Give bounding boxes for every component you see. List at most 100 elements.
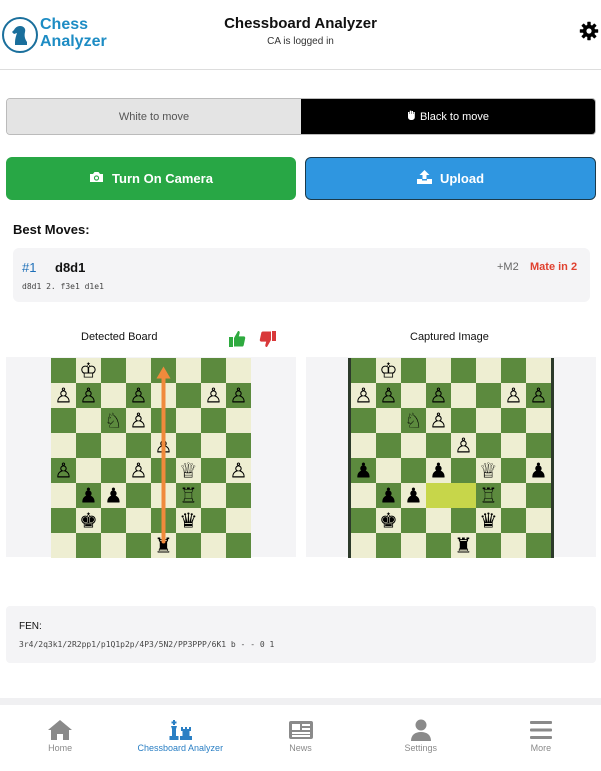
upload-icon xyxy=(416,170,432,187)
captured-image-svg: ♔♙ ♙ ♙ ♙ ♙♘ ♙♙♟ ♟ ♕ ♟♟ ♟ ♖♚ ♛♜ xyxy=(348,358,554,558)
white-king-icon: ♔ xyxy=(379,359,397,383)
rank-label: 1 xyxy=(53,360,56,366)
hand-icon xyxy=(407,110,416,123)
highlight-square xyxy=(451,483,476,508)
white-pawn-icon: ♙ xyxy=(529,384,547,408)
app-header: Chess Analyzer Chessboard Analyzer CA is… xyxy=(0,0,601,70)
white-queen-icon: ♕ xyxy=(179,459,197,483)
board-square xyxy=(526,483,551,508)
board-square xyxy=(101,383,126,408)
board-square xyxy=(376,408,401,433)
white-pawn-icon: ♙ xyxy=(504,384,522,408)
board-square xyxy=(101,358,126,383)
board-square xyxy=(76,408,101,433)
tab-more[interactable]: More xyxy=(481,705,601,771)
board-square xyxy=(476,358,501,383)
best-move-card[interactable]: #1 d8d1 d8d1 2. f3e1 d1e1 +M2 Mate in 2 xyxy=(13,248,590,302)
white-pawn-icon: ♙ xyxy=(129,459,147,483)
board-square xyxy=(501,533,526,558)
black-pawn-icon: ♟ xyxy=(104,484,122,508)
board-square xyxy=(201,458,226,483)
upload-button[interactable]: Upload xyxy=(305,157,596,200)
thumbs-down-icon[interactable] xyxy=(259,330,279,348)
black-pawn-icon: ♟ xyxy=(404,484,422,508)
fen-value[interactable]: 3r4/2q3k1/2R2pp1/p1Q1p2p/4P3/5N2/PP3PPP/… xyxy=(19,640,274,649)
black-to-move-label: Black to move xyxy=(419,110,490,123)
board-square xyxy=(226,483,251,508)
board-square xyxy=(176,383,201,408)
tab-settings[interactable]: Settings xyxy=(361,705,481,771)
board-square xyxy=(376,533,401,558)
page-title: Chessboard Analyzer xyxy=(224,15,377,32)
board-square xyxy=(426,533,451,558)
white-pawn-icon: ♙ xyxy=(54,384,72,408)
white-knight-icon: ♘ xyxy=(104,409,122,433)
board-square xyxy=(351,433,376,458)
board-square xyxy=(126,508,151,533)
tab-news[interactable]: News xyxy=(240,705,360,771)
tab-home[interactable]: Home xyxy=(0,705,120,771)
board-square xyxy=(501,358,526,383)
board-square xyxy=(526,408,551,433)
board-square xyxy=(476,533,501,558)
rank-label: 7 xyxy=(53,510,56,516)
board-square xyxy=(451,358,476,383)
turn-on-camera-button[interactable]: Turn On Camera xyxy=(6,157,296,200)
board-square xyxy=(476,433,501,458)
board-square xyxy=(401,433,426,458)
white-pawn-icon: ♙ xyxy=(54,459,72,483)
white-pawn-icon: ♙ xyxy=(454,434,472,458)
board-square xyxy=(126,483,151,508)
board-square xyxy=(351,483,376,508)
detected-board-label: Detected Board xyxy=(81,331,158,343)
white-to-move-button[interactable]: White to move xyxy=(7,99,301,134)
board-square xyxy=(526,508,551,533)
board-square xyxy=(376,458,401,483)
move-notation: d8d1 xyxy=(55,260,86,275)
board-square xyxy=(201,408,226,433)
mate-indicator: Mate in 2 xyxy=(530,261,578,273)
tab-settings-label: Settings xyxy=(404,743,437,753)
black-pawn-icon: ♟ xyxy=(354,459,372,483)
file-label: h xyxy=(71,552,74,558)
white-pawn-icon: ♙ xyxy=(379,384,397,408)
tab-chessboard-analyzer[interactable]: Chessboard Analyzer xyxy=(120,705,240,771)
board-square xyxy=(76,458,101,483)
file-label: a xyxy=(246,552,249,558)
board-square xyxy=(351,508,376,533)
board-square xyxy=(401,358,426,383)
section-divider xyxy=(0,698,601,705)
board-square xyxy=(526,433,551,458)
rank-label: 8 xyxy=(53,535,56,541)
board-square xyxy=(426,433,451,458)
newspaper-icon xyxy=(288,721,313,739)
camera-button-label: Turn On Camera xyxy=(112,171,213,186)
captured-image-panel: ♔ ♙ ♙ ♙ ♙ ♙ ♘ ♙ ♙ ♟ ♟ ♕ ♟ ♟ ♟ ♖ ♚ ♛ ♜ xyxy=(306,357,596,558)
board-square xyxy=(401,458,426,483)
settings-gear-icon[interactable] xyxy=(579,21,599,41)
board-square xyxy=(426,508,451,533)
board-square xyxy=(401,533,426,558)
thumbs-up-icon[interactable] xyxy=(228,330,248,348)
board-square xyxy=(176,408,201,433)
black-king-icon: ♚ xyxy=(379,509,397,533)
board-square xyxy=(201,433,226,458)
board-square xyxy=(226,358,251,383)
board-square xyxy=(101,508,126,533)
detected-board[interactable]: 12345678hgfedcba♔♙♙♙♙♙♘♙♙♙♙♕♙♟♟♖♚♛♜ xyxy=(51,358,251,558)
black-to-move-button[interactable]: Black to move xyxy=(301,99,595,134)
fen-label: FEN: xyxy=(19,621,42,632)
board-square xyxy=(201,508,226,533)
board-square xyxy=(501,408,526,433)
board-square xyxy=(226,433,251,458)
upload-button-label: Upload xyxy=(439,171,485,186)
board-square xyxy=(76,433,101,458)
black-pawn-icon: ♟ xyxy=(379,484,397,508)
board-square xyxy=(401,383,426,408)
white-pawn-icon: ♙ xyxy=(429,384,447,408)
board-square xyxy=(226,508,251,533)
board-square xyxy=(526,358,551,383)
file-label: g xyxy=(96,552,99,558)
white-pawn-icon: ♙ xyxy=(229,459,247,483)
rank-label: 6 xyxy=(53,485,56,491)
